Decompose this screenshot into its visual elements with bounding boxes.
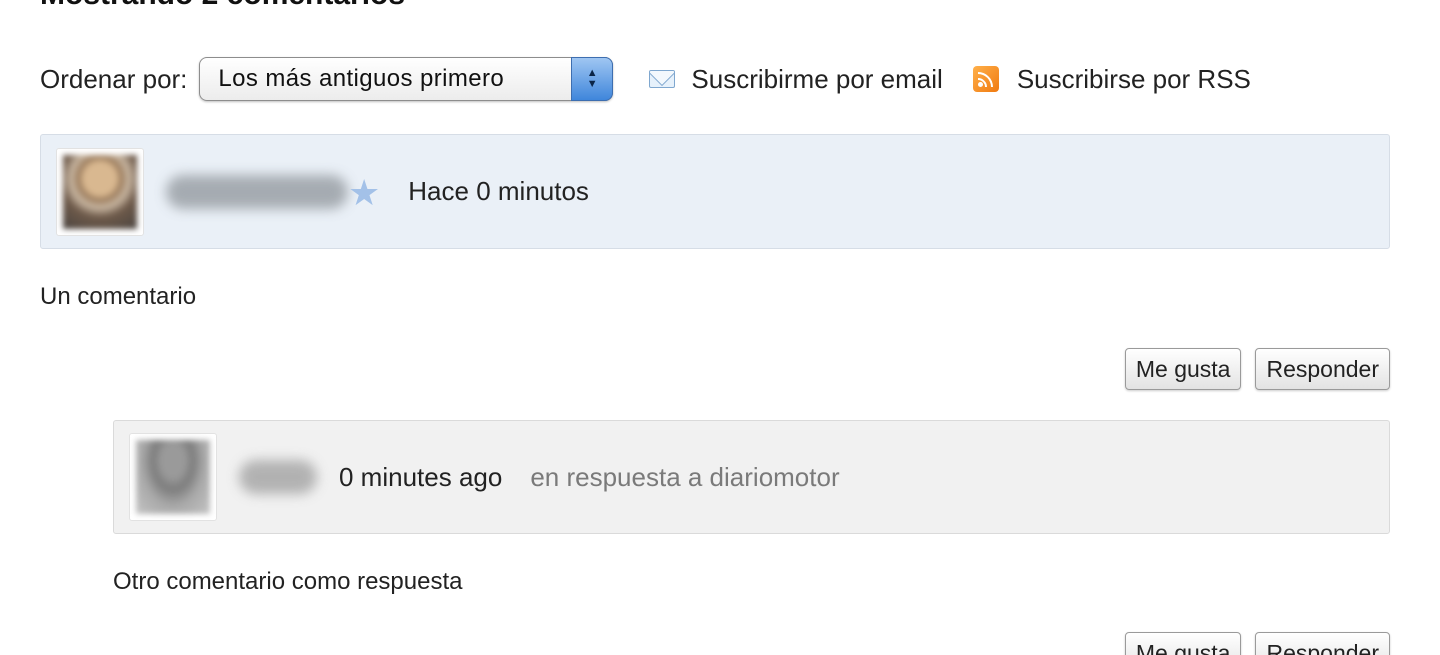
comments-toolbar: Ordenar por: Los más antiguos primero ▲ ▼… (40, 56, 1251, 102)
comments-heading: Mostrando 2 comentarios (40, 0, 405, 12)
reply-button[interactable]: Responder (1255, 348, 1390, 390)
reply-actions: Me gusta Responder (1111, 632, 1390, 655)
subscribe-rss-link[interactable]: Suscribirse por RSS (972, 63, 1251, 95)
avatar[interactable] (56, 147, 144, 236)
blurred-author-name[interactable] (239, 460, 317, 494)
avatar[interactable] (129, 433, 217, 521)
comment-body: Un comentario (40, 283, 197, 310)
comments-page: Mostrando 2 comentarios Ordenar por: Los… (0, 0, 1440, 655)
comment-header: ★ Hace 0 minutos (40, 134, 1390, 249)
like-button[interactable]: Me gusta (1124, 348, 1242, 390)
comment-time: Hace 0 minutos (408, 176, 589, 206)
envelope-icon (649, 70, 676, 88)
subscribe-email-link[interactable]: Suscribirme por email (649, 63, 943, 95)
sort-label: Ordenar por: (40, 63, 188, 94)
subscribe-rss-label: Suscribirse por RSS (1016, 63, 1251, 94)
blurred-author-name[interactable] (166, 174, 348, 209)
like-button[interactable]: Me gusta (1124, 632, 1242, 655)
rss-icon (972, 66, 999, 92)
sort-select-value: Los más antiguos primero (218, 65, 505, 92)
reply-to-label[interactable]: en respuesta a diariomotor (530, 462, 839, 493)
subscribe-email-label: Suscribirme por email (691, 63, 943, 94)
reply-button[interactable]: Responder (1255, 632, 1390, 655)
reply-time: 0 minutes ago (339, 461, 503, 492)
sort-select[interactable]: Los más antiguos primero ▲ ▼ (199, 57, 614, 101)
star-icon: ★ (348, 171, 381, 213)
reply-body: Otro comentario como respuesta (113, 568, 463, 595)
reply-header: 0 minutes ago en respuesta a diariomotor (113, 420, 1390, 534)
up-down-arrows-icon[interactable]: ▲ ▼ (571, 57, 614, 101)
comment-actions: Me gusta Responder (1111, 348, 1390, 390)
